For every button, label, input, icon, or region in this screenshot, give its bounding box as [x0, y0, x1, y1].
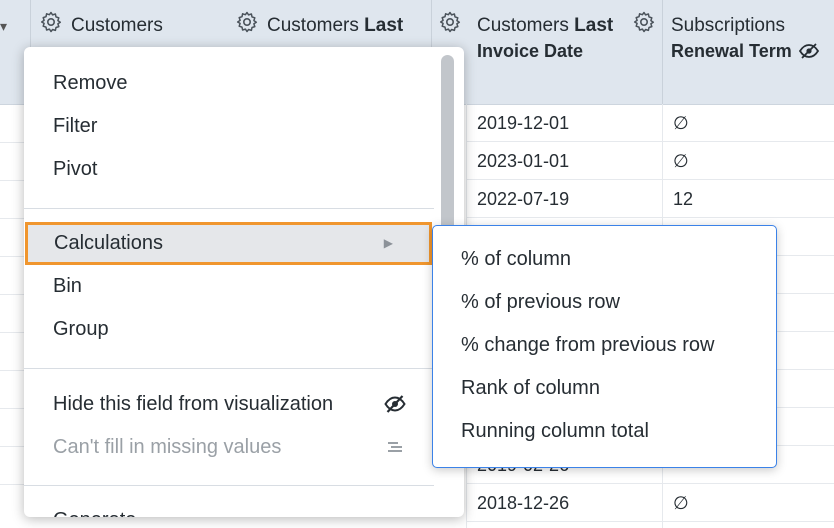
submenu-item-running-column-total[interactable]: Running column total [433, 410, 776, 453]
menu-item-calculations[interactable]: Calculations ▶ [25, 222, 432, 265]
table-cell[interactable]: ∅ [663, 104, 834, 142]
column-context-menu: Remove Filter Pivot Calculations ▶ Bin G… [24, 47, 464, 517]
calculations-submenu: % of column % of previous row % change f… [432, 225, 777, 468]
table-cell[interactable]: 2022-07-19 [467, 180, 663, 218]
menu-item-partial[interactable]: Generate... [24, 499, 434, 517]
submenu-item-rank-of-column[interactable]: Rank of column [433, 367, 776, 410]
gear-icon[interactable] [235, 10, 259, 34]
column-subtitle: Renewal Term [671, 41, 819, 62]
menu-divider [24, 208, 434, 209]
menu-item-label: Hide this field from visualization [53, 393, 334, 415]
table-cell[interactable]: 2018-12-26 [467, 484, 663, 522]
menu-item-hide-field[interactable]: Hide this field from visualization [24, 383, 434, 426]
submenu-item-percent-change-from-previous-row[interactable]: % change from previous row [433, 324, 776, 367]
table-cell[interactable]: 12 [663, 180, 834, 218]
menu-item-fill-missing-values: Can't fill in missing values [24, 426, 434, 469]
submenu-item-percent-of-previous-row[interactable]: % of previous row [433, 281, 776, 324]
chevron-right-icon: ▶ [383, 236, 393, 250]
eye-slash-icon [798, 43, 819, 59]
table-cell[interactable]: 2023-01-01 [467, 142, 663, 180]
column-title: Customers Last [477, 15, 614, 36]
table-cell[interactable]: ∅ [663, 484, 834, 522]
gear-icon[interactable] [438, 10, 462, 34]
menu-divider [24, 485, 434, 486]
menu-item-filter[interactable]: Filter [24, 105, 434, 148]
column-resize-marker: ▾ [0, 18, 8, 34]
menu-item-label: Can't fill in missing values [53, 436, 282, 458]
menu-divider [24, 368, 434, 369]
menu-item-label: Calculations [54, 232, 163, 254]
gear-icon[interactable] [39, 10, 63, 34]
menu-item-remove[interactable]: Remove [24, 62, 434, 105]
table-cell[interactable]: ∅ [663, 142, 834, 180]
column-subtitle: Invoice Date [477, 41, 584, 61]
align-lines-icon [388, 442, 402, 452]
eye-slash-icon [384, 395, 406, 413]
menu-item-group[interactable]: Group [24, 308, 434, 351]
menu-item-bin[interactable]: Bin [24, 265, 434, 308]
column-header-customers-last-invoice-date[interactable]: Customers Last Invoice Date [431, 0, 663, 104]
column-header-subscriptions-renewal-term[interactable]: Subscriptions Renewal Term [662, 0, 834, 104]
submenu-item-percent-of-column[interactable]: % of column [433, 238, 776, 281]
menu-item-pivot[interactable]: Pivot [24, 148, 434, 191]
column-title: Customers Last [267, 15, 404, 36]
gear-icon[interactable] [632, 10, 656, 34]
table-cell[interactable]: 2019-12-01 [467, 104, 663, 142]
column-title: Subscriptions [671, 15, 786, 36]
